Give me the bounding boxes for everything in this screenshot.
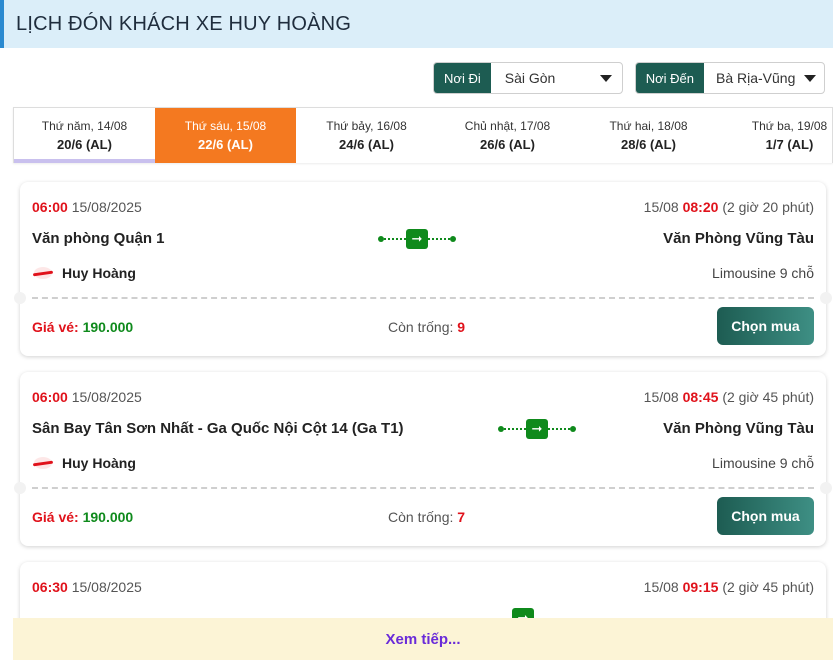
destination-label: Nơi Đến [635,63,704,93]
seats-count: 9 [457,319,466,335]
route-filters: Nơi Đi Sài Gòn Nơi Đến Bà Rịa-Vũng [433,62,825,94]
ticket-notch [14,292,26,304]
load-more-link[interactable]: Xem tiếp... [385,631,460,648]
load-more-bar: Xem tiếp... [13,618,833,660]
seats-available: Còn trống: 9 [388,319,465,335]
price-label: Giá vé: [32,509,79,525]
operator: Huy Hoàng [32,264,136,282]
departure: 06:30 15/08/2025 [32,579,142,595]
arrival-time: 08:20 [682,199,719,215]
origin-value: Sài Gòn [504,70,556,86]
arrival-time: 09:15 [682,579,719,595]
operator-logo-icon [32,264,54,282]
destination-value: Bà Rịa-Vũng [716,70,796,86]
date-tab-lunar: 1/7 (AL) [765,137,814,152]
arrival: 15/08 08:45 (2 giờ 45 phút) [644,389,814,405]
trip-card: 06:00 15/08/2025 15/08 08:45 (2 giờ 45 p… [14,372,832,546]
chevron-down-icon [599,74,612,82]
date-tab-lunar: 20/6 (AL) [57,137,112,152]
date-tab-lunar: 26/6 (AL) [480,137,535,152]
trip-stations: Sân Bay Tân Sơn Nhất - Ga Quốc Nội Cột 1… [32,420,814,437]
trip-operator-row: Huy Hoàng Limousine 9 chỗ [32,454,814,472]
divider [32,487,814,489]
departure-date: 15/08/2025 [71,579,142,595]
ticket-price: Giá vé: 190.000 [32,319,133,335]
departure-date: 15/08/2025 [71,199,142,215]
date-tab-active[interactable]: Thứ sáu, 15/08 22/6 (AL) [155,108,296,163]
departure: 06:00 15/08/2025 [32,389,142,405]
date-tab[interactable]: Thứ bảy, 16/08 24/6 (AL) [296,108,437,163]
ticket-notch [820,292,832,304]
operator: Huy Hoàng [32,454,136,472]
vehicle-type: Limousine 9 chỗ [712,455,814,471]
departure-time: 06:00 [32,389,68,405]
seats-label: Còn trống: [388,319,454,335]
seats-count: 7 [457,509,466,525]
departure: 06:00 15/08/2025 [32,199,142,215]
origin-value-box[interactable]: Sài Gòn [491,63,622,93]
price-label: Giá vé: [32,319,79,335]
date-tab[interactable]: Thứ ba, 19/08 1/7 (AL) [719,108,832,163]
ticket-price: Giá vé: 190.000 [32,509,133,525]
arrival: 15/08 08:20 (2 giờ 20 phút) [644,199,814,215]
destination-select[interactable]: Nơi Đến Bà Rịa-Vũng [634,62,825,94]
price-value: 190.000 [82,319,134,335]
arrival-date: 15/08 [643,389,679,405]
route-arrow-icon: ➞ [498,419,576,439]
date-tabs: Thứ năm, 14/08 20/6 (AL) Thứ sáu, 15/08 … [13,107,833,163]
trip-operator-row: Huy Hoàng Limousine 9 chỗ [32,264,814,282]
destination-station: Văn Phòng Vũng Tàu [663,420,814,437]
buy-button[interactable]: Chọn mua [717,497,814,535]
trip-card: 06:00 15/08/2025 15/08 08:20 (2 giờ 20 p… [14,182,832,356]
trip-times: 06:00 15/08/2025 15/08 08:45 (2 giờ 45 p… [32,389,814,405]
page-title: LỊCH ĐÓN KHÁCH XE HUY HOÀNG [16,12,352,35]
date-tab-day: Thứ bảy, 16/08 [326,119,407,133]
page-header: LỊCH ĐÓN KHÁCH XE HUY HOÀNG [0,0,833,48]
departure-date: 15/08/2025 [71,389,142,405]
chevron-down-icon [804,74,816,82]
operator-name: Huy Hoàng [62,265,136,281]
arrival-date: 15/08 [643,579,679,595]
date-tab-day: Thứ năm, 14/08 [41,119,128,133]
arrival: 15/08 09:15 (2 giờ 45 phút) [644,579,814,595]
origin-select[interactable]: Nơi Đi Sài Gòn [433,62,623,94]
ticket-notch [14,482,26,494]
arrival-date: 15/08 [643,199,679,215]
date-tab[interactable]: Thứ hai, 18/08 28/6 (AL) [578,108,719,163]
trip-duration: (2 giờ 20 phút) [722,199,814,215]
date-tab-lunar: 24/6 (AL) [339,137,394,152]
price-value: 190.000 [82,509,134,525]
trip-duration: (2 giờ 45 phút) [722,389,814,405]
date-tab-lunar: 22/6 (AL) [198,137,253,152]
date-tab-day: Chủ nhật, 17/08 [464,119,551,133]
trip-duration: (2 giờ 45 phút) [722,579,814,595]
operator-name: Huy Hoàng [62,455,136,471]
divider [32,297,814,299]
seats-available: Còn trống: 7 [388,509,465,525]
vehicle-type: Limousine 9 chỗ [712,265,814,281]
operator-logo-icon [32,454,54,472]
departure-time: 06:00 [32,199,68,215]
date-tab-day: Thứ ba, 19/08 [751,119,828,133]
date-tab[interactable]: Thứ năm, 14/08 20/6 (AL) [14,108,165,163]
ticket-notch [820,482,832,494]
departure-time: 06:30 [32,579,68,595]
arrival-time: 08:45 [682,389,719,405]
route-arrow-icon: ➞ [378,229,456,249]
origin-station: Sân Bay Tân Sơn Nhất - Ga Quốc Nội Cột 1… [32,420,404,437]
date-tab-day: Thứ hai, 18/08 [609,119,688,133]
trip-times: 06:00 15/08/2025 15/08 08:20 (2 giờ 20 p… [32,199,814,215]
date-tab-day: Thứ sáu, 15/08 [184,119,267,133]
origin-station: Văn phòng Quận 1 [32,230,165,247]
origin-label: Nơi Đi [434,63,491,93]
trip-times: 06:30 15/08/2025 15/08 09:15 (2 giờ 45 p… [32,579,814,595]
seats-label: Còn trống: [388,509,454,525]
destination-value-box[interactable]: Bà Rịa-Vũng [704,63,824,93]
date-tab-lunar: 28/6 (AL) [621,137,676,152]
buy-button[interactable]: Chọn mua [717,307,814,345]
date-tab[interactable]: Chủ nhật, 17/08 26/6 (AL) [437,108,578,163]
destination-station: Văn Phòng Vũng Tàu [663,230,814,247]
